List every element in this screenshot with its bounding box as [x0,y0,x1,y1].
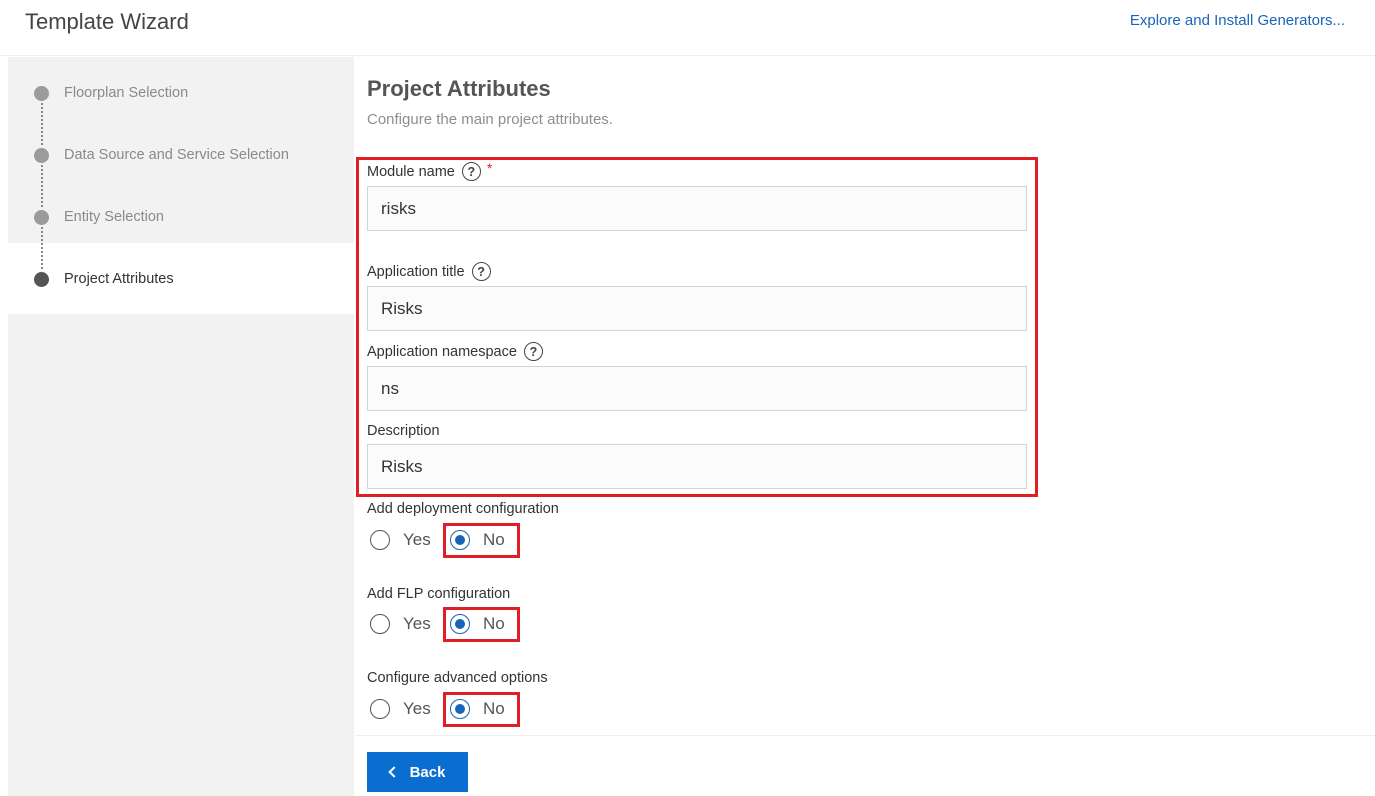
wizard-title: Template Wizard [25,9,189,34]
radio-unchecked-icon [370,530,390,550]
advanced-no-radio[interactable]: No [450,694,505,724]
step-label: Floorplan Selection [64,85,189,101]
application-title-label-text: Application title [367,263,465,280]
radio-label: No [483,614,505,633]
description-label: Description [367,423,440,439]
deployment-label: Add deployment configuration [367,501,559,517]
required-marker: * [486,159,493,176]
radio-unchecked-icon [370,614,390,634]
step-label: Data Source and Service Selection [64,147,289,163]
flp-yes-radio[interactable]: Yes [370,609,431,639]
advanced-label-text: Configure advanced options [367,670,548,686]
radio-label: Yes [403,614,431,633]
radio-label: No [483,530,505,549]
back-button[interactable]: Back [367,752,468,792]
radio-label: No [483,699,505,718]
step-connector [41,99,43,145]
advanced-label: Configure advanced options [367,670,548,686]
module-name-label: Module name ? * [367,159,493,181]
step-label: Entity Selection [64,209,164,225]
deployment-label-text: Add deployment configuration [367,501,559,517]
module-name-label-text: Module name [367,163,455,180]
explore-generators-link[interactable]: Explore and Install Generators... [1130,12,1345,29]
step-entity-selection[interactable]: Entity Selection [34,205,164,229]
flp-label: Add FLP configuration [367,586,510,602]
radio-label: Yes [403,530,431,549]
back-button-label: Back [409,763,446,781]
step-connector [41,161,43,207]
help-icon[interactable]: ? [523,342,543,361]
advanced-yes-radio[interactable]: Yes [370,694,431,724]
application-title-input[interactable] [367,286,1027,331]
module-name-input[interactable] [367,186,1027,231]
step-label: Project Attributes [64,271,174,287]
page-title: Project Attributes [367,76,551,101]
step-floorplan-selection[interactable]: Floorplan Selection [34,81,188,105]
application-namespace-label: Application namespace ? [367,342,543,361]
help-icon[interactable]: ? [471,262,491,281]
header-bar: Template Wizard Explore and Install Gene… [0,0,1375,56]
application-namespace-input[interactable] [367,366,1027,411]
deployment-yes-radio[interactable]: Yes [370,525,431,555]
step-dot-icon [34,271,49,287]
flp-no-radio[interactable]: No [450,609,505,639]
radio-unchecked-icon [370,699,390,719]
help-icon[interactable]: ? [461,162,481,181]
step-project-attributes[interactable]: Project Attributes [34,267,174,291]
step-connector [41,223,43,269]
description-input[interactable] [367,444,1027,489]
wizard-steps-sidebar: Floorplan Selection Data Source and Serv… [8,57,354,796]
footer-divider [355,735,1375,736]
step-data-source[interactable]: Data Source and Service Selection [34,143,289,167]
radio-label: Yes [403,699,431,718]
application-namespace-label-text: Application namespace [367,343,517,360]
step-dot-icon [34,147,49,163]
step-dot-icon [34,85,49,101]
page-subtitle: Configure the main project attributes. [367,111,613,128]
deployment-no-radio[interactable]: No [450,525,505,555]
radio-checked-icon [450,614,470,634]
chevron-left-icon [387,766,400,778]
description-label-text: Description [367,423,440,439]
radio-checked-icon [450,530,470,550]
radio-checked-icon [450,699,470,719]
application-title-label: Application title ? [367,262,491,281]
flp-label-text: Add FLP configuration [367,586,511,602]
step-dot-icon [34,209,49,225]
